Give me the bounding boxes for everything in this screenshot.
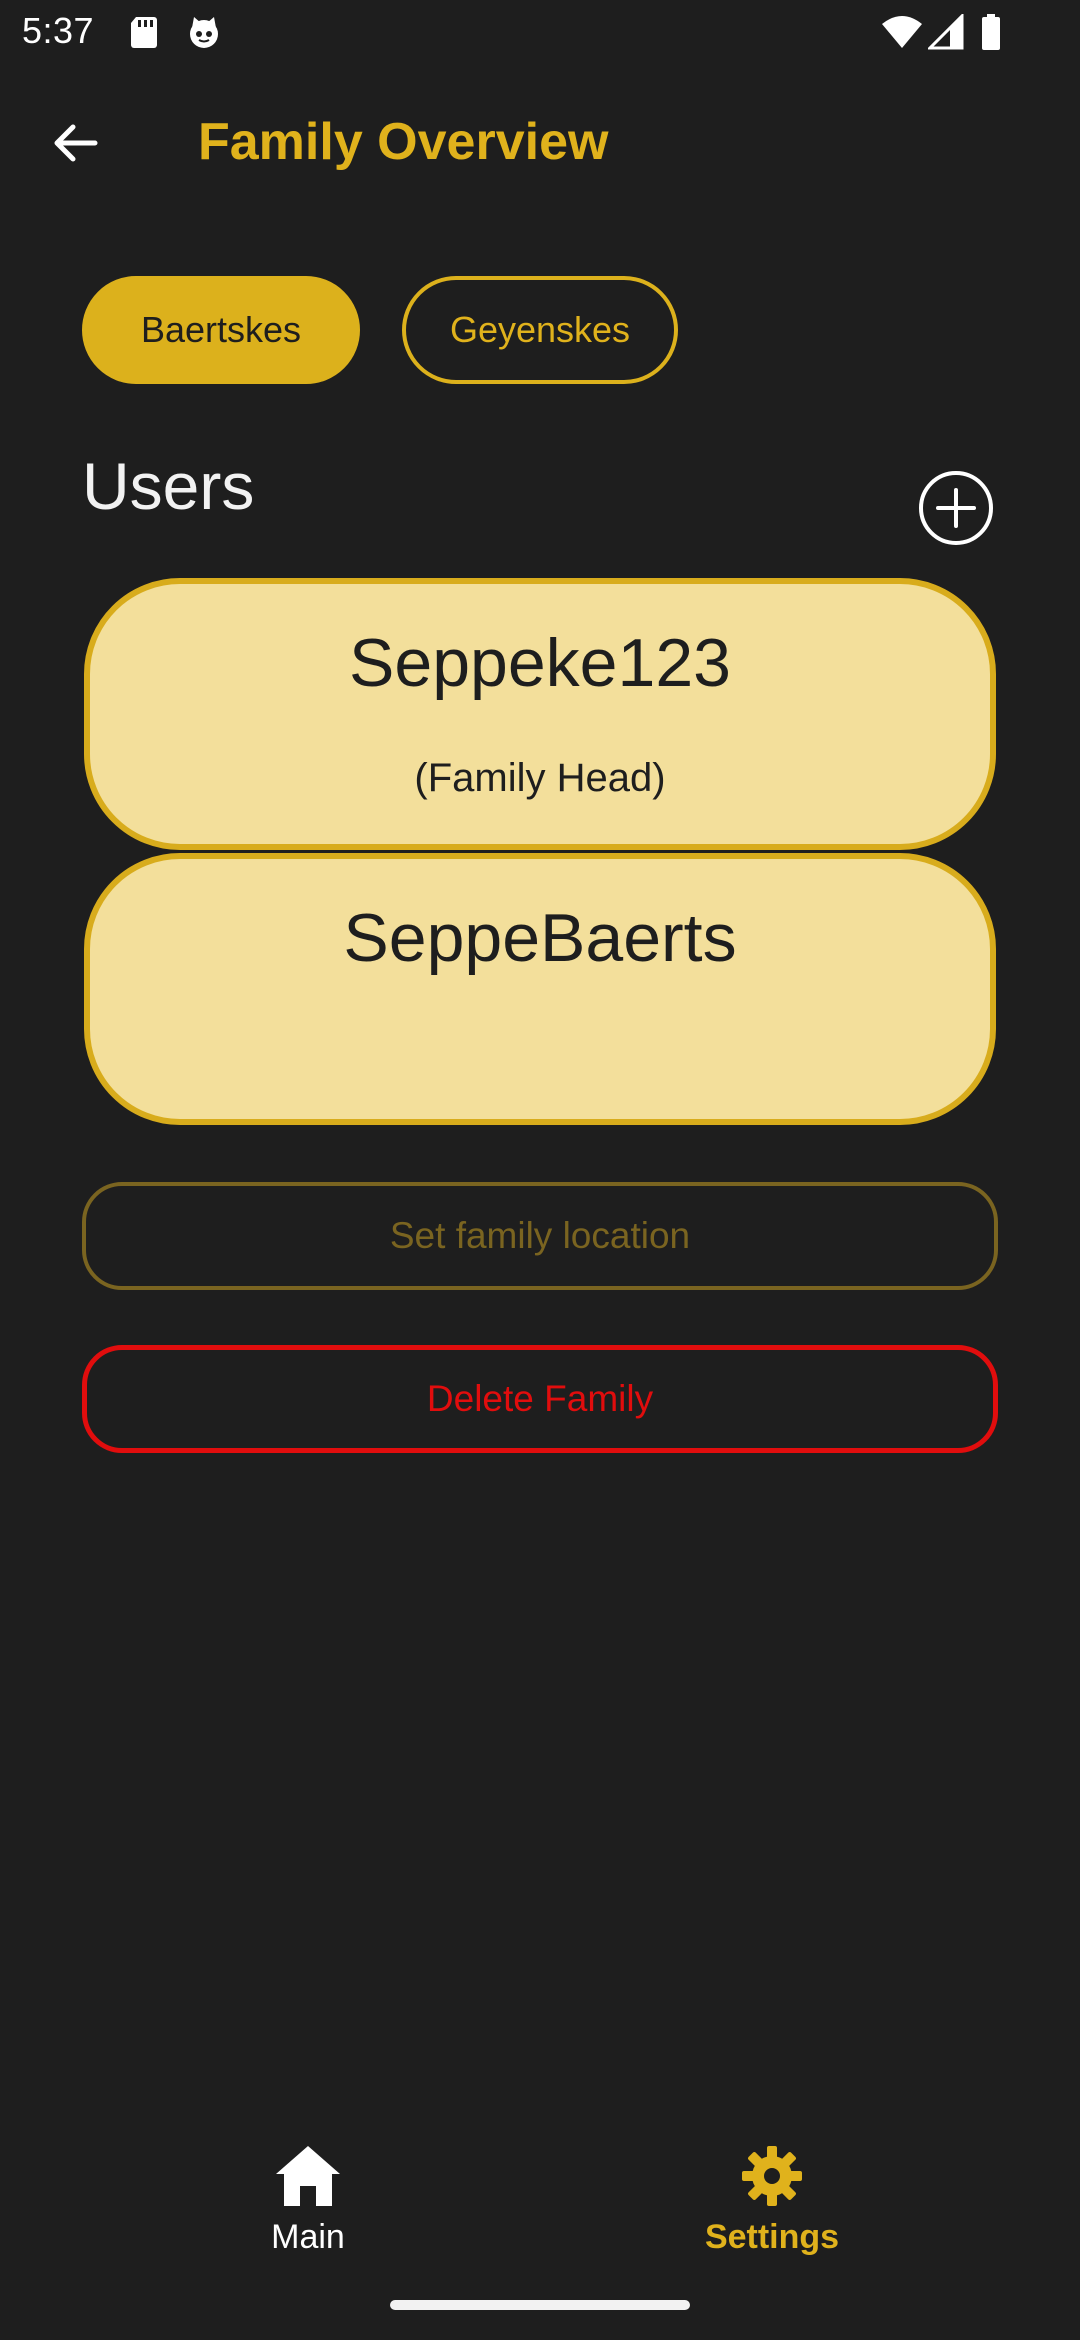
arrow-left-icon — [49, 117, 101, 174]
cat-face-icon — [186, 14, 222, 50]
users-section-title: Users — [82, 449, 255, 523]
user-role: (Family Head) — [414, 756, 666, 800]
home-indicator[interactable] — [390, 2300, 690, 2310]
nav-label-main: Main — [271, 2218, 345, 2256]
plus-circle-icon — [918, 471, 994, 550]
gear-icon — [736, 2140, 808, 2212]
nav-item-main[interactable]: Main — [178, 2140, 438, 2280]
page-title: Family Overview — [198, 113, 609, 171]
wifi-icon — [882, 14, 922, 50]
status-bar: 5:37 — [0, 0, 1080, 64]
nav-item-settings[interactable]: Settings — [642, 2140, 902, 2280]
user-card-seppeke123[interactable]: Seppeke123 (Family Head) — [84, 578, 996, 850]
signal-icon — [926, 12, 964, 50]
back-button[interactable] — [40, 110, 110, 180]
nav-label-settings: Settings — [704, 2218, 840, 2256]
delete-family-button[interactable]: Delete Family — [82, 1345, 998, 1453]
battery-icon — [980, 14, 1016, 50]
home-icon — [272, 2140, 344, 2212]
set-family-location-button[interactable]: Set family location — [82, 1182, 998, 1290]
family-tab-baertskes[interactable]: Baertskes — [82, 276, 360, 384]
bottom-navigation: Main Settings — [0, 2120, 1080, 2280]
user-name: Seppeke123 — [349, 625, 731, 701]
family-tab-label: Baertskes — [140, 309, 302, 350]
user-name: SeppeBaerts — [343, 900, 737, 976]
user-card-seppebaerts[interactable]: SeppeBaerts — [84, 853, 996, 1125]
set-family-location-label: Set family location — [389, 1215, 691, 1256]
family-tab-geyenskes[interactable]: Geyenskes — [402, 276, 678, 384]
sd-card-icon — [126, 14, 162, 50]
family-tab-label: Geyenskes — [449, 309, 631, 350]
delete-family-label: Delete Family — [426, 1378, 654, 1419]
status-time: 5:37 — [22, 10, 95, 51]
add-user-button[interactable] — [918, 470, 994, 546]
